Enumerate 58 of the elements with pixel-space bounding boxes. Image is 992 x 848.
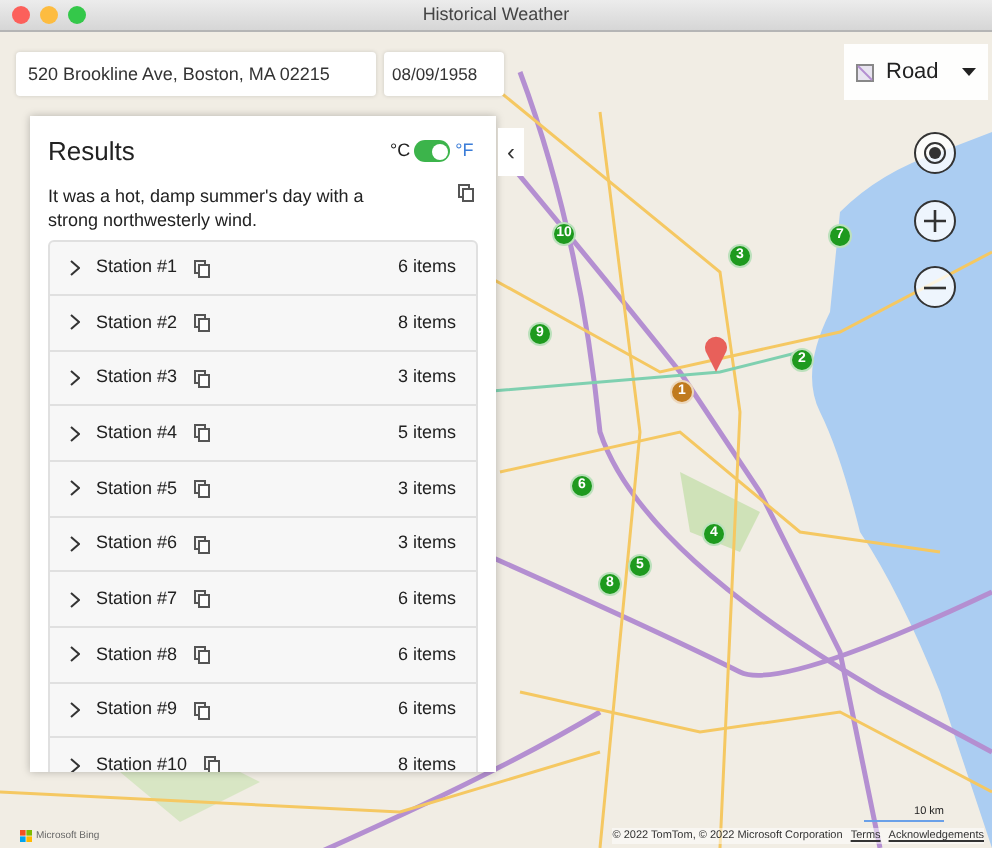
copy-icon[interactable] [457, 183, 474, 201]
item-count: 3 items [397, 530, 456, 557]
celsius-label: °C [390, 138, 411, 164]
item-count: 8 items [397, 752, 456, 772]
plus-icon [924, 210, 946, 232]
minus-icon [924, 285, 946, 289]
collapse-button[interactable]: ‹ [498, 128, 524, 176]
copy-icon[interactable] [193, 535, 210, 554]
summary-text: It was a hot, damp summer's day with a strong northwesterly wind. [48, 183, 366, 232]
station-name: Station #3 [96, 364, 178, 391]
item-count: 3 items [397, 364, 456, 391]
item-count: 6 items [397, 696, 456, 723]
station-name: Station #4 [96, 419, 178, 446]
station-name: Station #7 [96, 586, 178, 612]
item-count: 6 items [397, 254, 456, 281]
station-row[interactable]: Station #8 6 items [48, 628, 478, 684]
station-name: Station #5 [96, 475, 178, 502]
station-name: Station #2 [96, 309, 178, 336]
logo-icon [20, 830, 32, 843]
results-title: Results [48, 134, 135, 170]
item-count: 6 items [397, 641, 456, 668]
copy-icon[interactable] [193, 259, 210, 278]
station-row[interactable]: Station #3 3 items [48, 351, 478, 407]
copy-icon[interactable] [193, 424, 210, 443]
date-field[interactable]: 08/09/1958 [384, 52, 504, 96]
station-name: Station #6 [96, 530, 178, 557]
map-style-icon [856, 63, 874, 81]
station-name: Station #1 [96, 254, 178, 281]
copy-icon[interactable] [193, 701, 210, 720]
station-name: Station #9 [96, 696, 178, 723]
copy-icon[interactable] [193, 369, 210, 387]
station-name: Station #10 [96, 752, 188, 772]
copy-icon[interactable] [193, 313, 210, 332]
caret-icon [962, 68, 976, 76]
address-field[interactable]: 520 Brookline Ave, Boston, MA 02215 [16, 52, 376, 96]
locate-icon [924, 142, 946, 164]
copy-icon[interactable] [203, 756, 220, 772]
item-count: 3 items [397, 475, 456, 502]
window-title: Historical Weather [422, 1, 570, 28]
unit-toggle[interactable] [414, 140, 451, 163]
item-count: 5 items [397, 419, 456, 446]
item-count: 6 items [397, 586, 456, 612]
copy-icon[interactable] [193, 479, 210, 498]
station-row[interactable]: Station #4 5 items [48, 406, 478, 463]
map-style-dropdown[interactable]: Road [844, 44, 988, 100]
station-row[interactable]: Station #5 3 items [48, 462, 478, 518]
station-row[interactable]: Station #9 6 items [48, 683, 478, 739]
station-row[interactable]: Station #10 8 items [48, 738, 478, 772]
station-row[interactable]: Station #6 3 items [48, 517, 478, 573]
copy-icon[interactable] [193, 645, 210, 664]
fahrenheit-label: °F [455, 138, 474, 164]
item-count: 8 items [397, 309, 456, 336]
location-pin-icon [704, 336, 728, 372]
station-name: Station #8 [96, 641, 178, 668]
station-row[interactable]: Station #7 6 items [48, 572, 478, 629]
copy-icon[interactable] [193, 590, 210, 609]
station-row[interactable]: Station #1 6 items [48, 240, 478, 296]
station-row[interactable]: Station #2 8 items [48, 295, 478, 352]
